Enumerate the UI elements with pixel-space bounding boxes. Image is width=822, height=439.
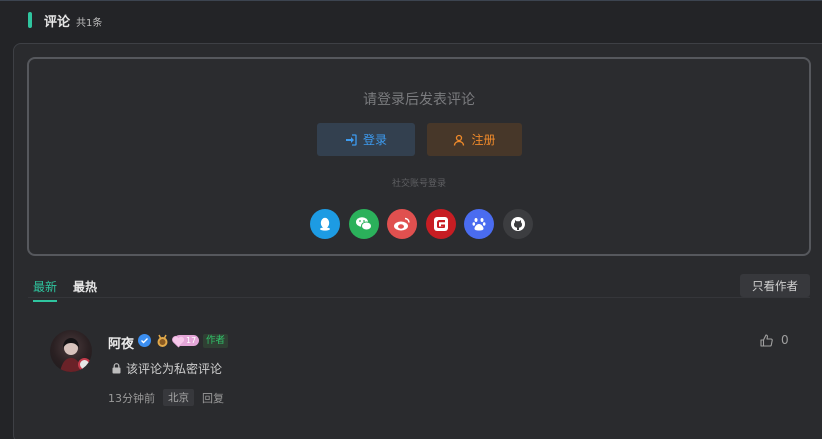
comments-count: 共1条 <box>76 17 103 29</box>
comment-time: 13分钟前 <box>108 391 155 405</box>
login-box: 请登录后发表评论 登录 注册 社交账号登录 <box>27 57 811 256</box>
like-button[interactable]: 0 <box>760 333 789 347</box>
baidu-icon <box>472 218 486 231</box>
comment-content: 该评论为私密评论 <box>112 360 222 377</box>
github-icon <box>510 217 525 231</box>
baidu-login-button[interactable] <box>464 209 494 239</box>
tab-hottest[interactable]: 最热 <box>73 278 97 302</box>
social-login-row <box>310 209 541 241</box>
sign-in-icon <box>345 133 357 146</box>
register-label: 注册 <box>471 133 496 147</box>
weibo-icon <box>394 217 410 231</box>
avatar-badge <box>78 358 91 371</box>
header-accent-bar <box>28 12 32 28</box>
qq-login-button[interactable] <box>310 209 340 239</box>
comment-meta: 13分钟前 北京 回复 <box>108 389 224 406</box>
login-label: 登录 <box>362 133 387 147</box>
reply-button[interactable]: 回复 <box>202 390 224 406</box>
comment-username[interactable]: 阿夜 <box>108 333 134 352</box>
medal-icon <box>156 333 169 347</box>
gitee-login-button[interactable] <box>425 209 456 239</box>
author-only-button[interactable]: 只看作者 <box>740 274 810 297</box>
github-login-button[interactable] <box>502 209 533 239</box>
gitee-icon <box>433 217 448 231</box>
heart-icon <box>172 333 185 352</box>
top-border <box>0 0 822 1</box>
like-count: 0 <box>781 333 789 347</box>
tabs-divider <box>28 297 810 298</box>
comments-title: 评论 <box>44 14 71 30</box>
comment-location: 北京 <box>163 389 194 406</box>
register-button[interactable]: 注册 <box>427 123 522 156</box>
sort-tabs: 最新 最热 <box>33 278 113 302</box>
author-tag: 作者 <box>203 334 229 348</box>
wechat-icon <box>355 217 372 231</box>
comment-text: 该评论为私密评论 <box>126 362 223 376</box>
user-icon <box>453 134 465 146</box>
tab-latest[interactable]: 最新 <box>33 278 58 302</box>
login-prompt: 请登录后发表评论 <box>363 92 475 108</box>
weibo-login-button[interactable] <box>387 209 417 239</box>
social-login-label: 社交账号登录 <box>391 179 446 189</box>
lock-icon <box>112 363 121 374</box>
login-button[interactable]: 登录 <box>317 123 415 156</box>
qq-icon <box>320 217 330 231</box>
wechat-login-button[interactable] <box>348 209 379 239</box>
verified-icon <box>138 334 151 347</box>
avatar[interactable] <box>50 330 92 372</box>
comments-header: 评论 共1条 <box>28 11 103 30</box>
thumbs-up-icon <box>760 333 773 347</box>
